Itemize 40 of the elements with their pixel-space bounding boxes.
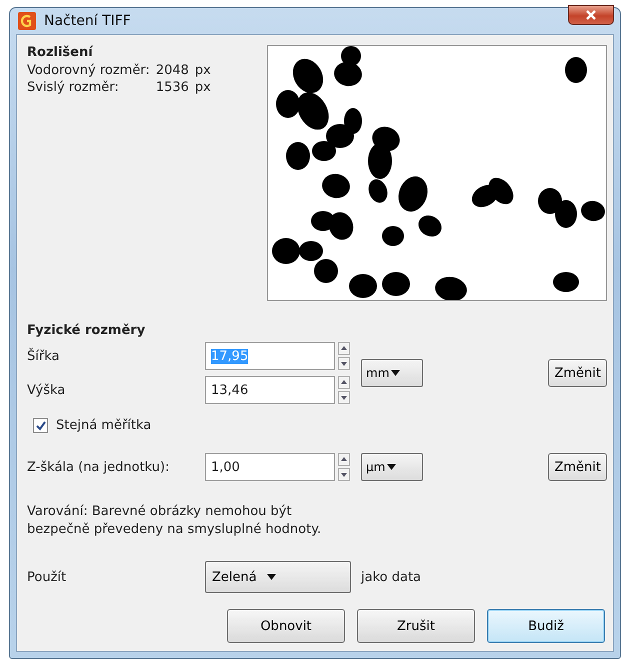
- checkbox[interactable]: [33, 418, 48, 433]
- warning-text: Varování: Barevné obrázky nemohou být bezpečně převedeny na smysluplné hodnoty.: [27, 503, 322, 539]
- field-label: Použít: [27, 570, 68, 584]
- field-label: Z-škála (na jednotku):: [27, 460, 170, 474]
- field-label: Výška: [27, 382, 66, 398]
- change-button[interactable]: Změnit: [548, 453, 607, 481]
- spin-down-icon[interactable]: [338, 357, 350, 370]
- checkbox-label: Stejná měřítka: [56, 418, 152, 433]
- close-icon: [585, 10, 597, 20]
- unit-label: px: [194, 63, 211, 78]
- window-title: Načtení TIFF: [44, 13, 132, 29]
- number-field[interactable]: 13,46: [205, 376, 335, 404]
- unit-dropdown[interactable]: µm: [361, 453, 423, 481]
- dialog-button[interactable]: Budiž: [487, 609, 605, 643]
- unit-dropdown[interactable]: mm: [361, 359, 423, 387]
- close-button[interactable]: [568, 5, 614, 25]
- suffix-label: jako data: [361, 570, 422, 584]
- spin-up-icon[interactable]: [338, 453, 350, 466]
- caret-icon: [391, 370, 400, 376]
- dimension-label: Vodorovný rozměr:: [27, 63, 150, 78]
- dimension-value: 2048: [156, 63, 189, 78]
- caret-icon: [266, 574, 276, 580]
- dimension-value: 1536: [156, 80, 189, 95]
- section-heading: Fyzické rozměry: [27, 323, 146, 338]
- section-heading: Rozlišení: [27, 45, 94, 60]
- change-button[interactable]: Změnit: [548, 359, 607, 387]
- dialog-button[interactable]: Zrušit: [357, 609, 475, 643]
- dimension-label: Svislý rozměr:: [27, 80, 120, 95]
- field-label: Šířka: [27, 348, 60, 364]
- spin-up-icon[interactable]: [338, 376, 350, 389]
- spin-up-icon[interactable]: [338, 342, 350, 355]
- spin-down-icon[interactable]: [338, 468, 350, 481]
- spin-down-icon[interactable]: [338, 391, 350, 404]
- app-icon: [18, 12, 36, 30]
- dialog-button[interactable]: Obnovit: [227, 609, 345, 643]
- number-field[interactable]: 1,00: [205, 453, 335, 481]
- unit-label: px: [194, 80, 211, 95]
- caret-icon: [387, 464, 396, 470]
- channel-dropdown[interactable]: Zelená: [205, 561, 351, 593]
- checkmark-icon: [36, 420, 46, 430]
